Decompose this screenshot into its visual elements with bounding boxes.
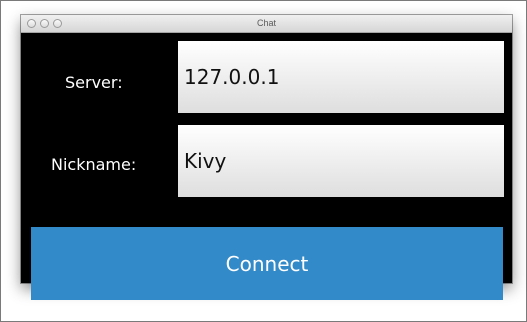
connect-button-label: Connect [225, 251, 309, 276]
window-title: Chat [256, 18, 276, 28]
nickname-label: Nickname: [51, 155, 137, 174]
server-label: Server: [65, 73, 123, 92]
nickname-input-value: Kivy [184, 149, 227, 173]
server-input[interactable]: 127.0.0.1 [178, 41, 504, 113]
nickname-input[interactable]: Kivy [178, 125, 504, 197]
chat-window: Chat Server: 127.0.0.1 Nickname: Kivy Co… [21, 15, 512, 300]
server-input-value: 127.0.0.1 [184, 65, 280, 89]
screenshot-frame: Chat Server: 127.0.0.1 Nickname: Kivy Co… [0, 0, 527, 322]
connect-button[interactable]: Connect [31, 227, 503, 300]
title-bar[interactable]: Chat [21, 15, 512, 33]
